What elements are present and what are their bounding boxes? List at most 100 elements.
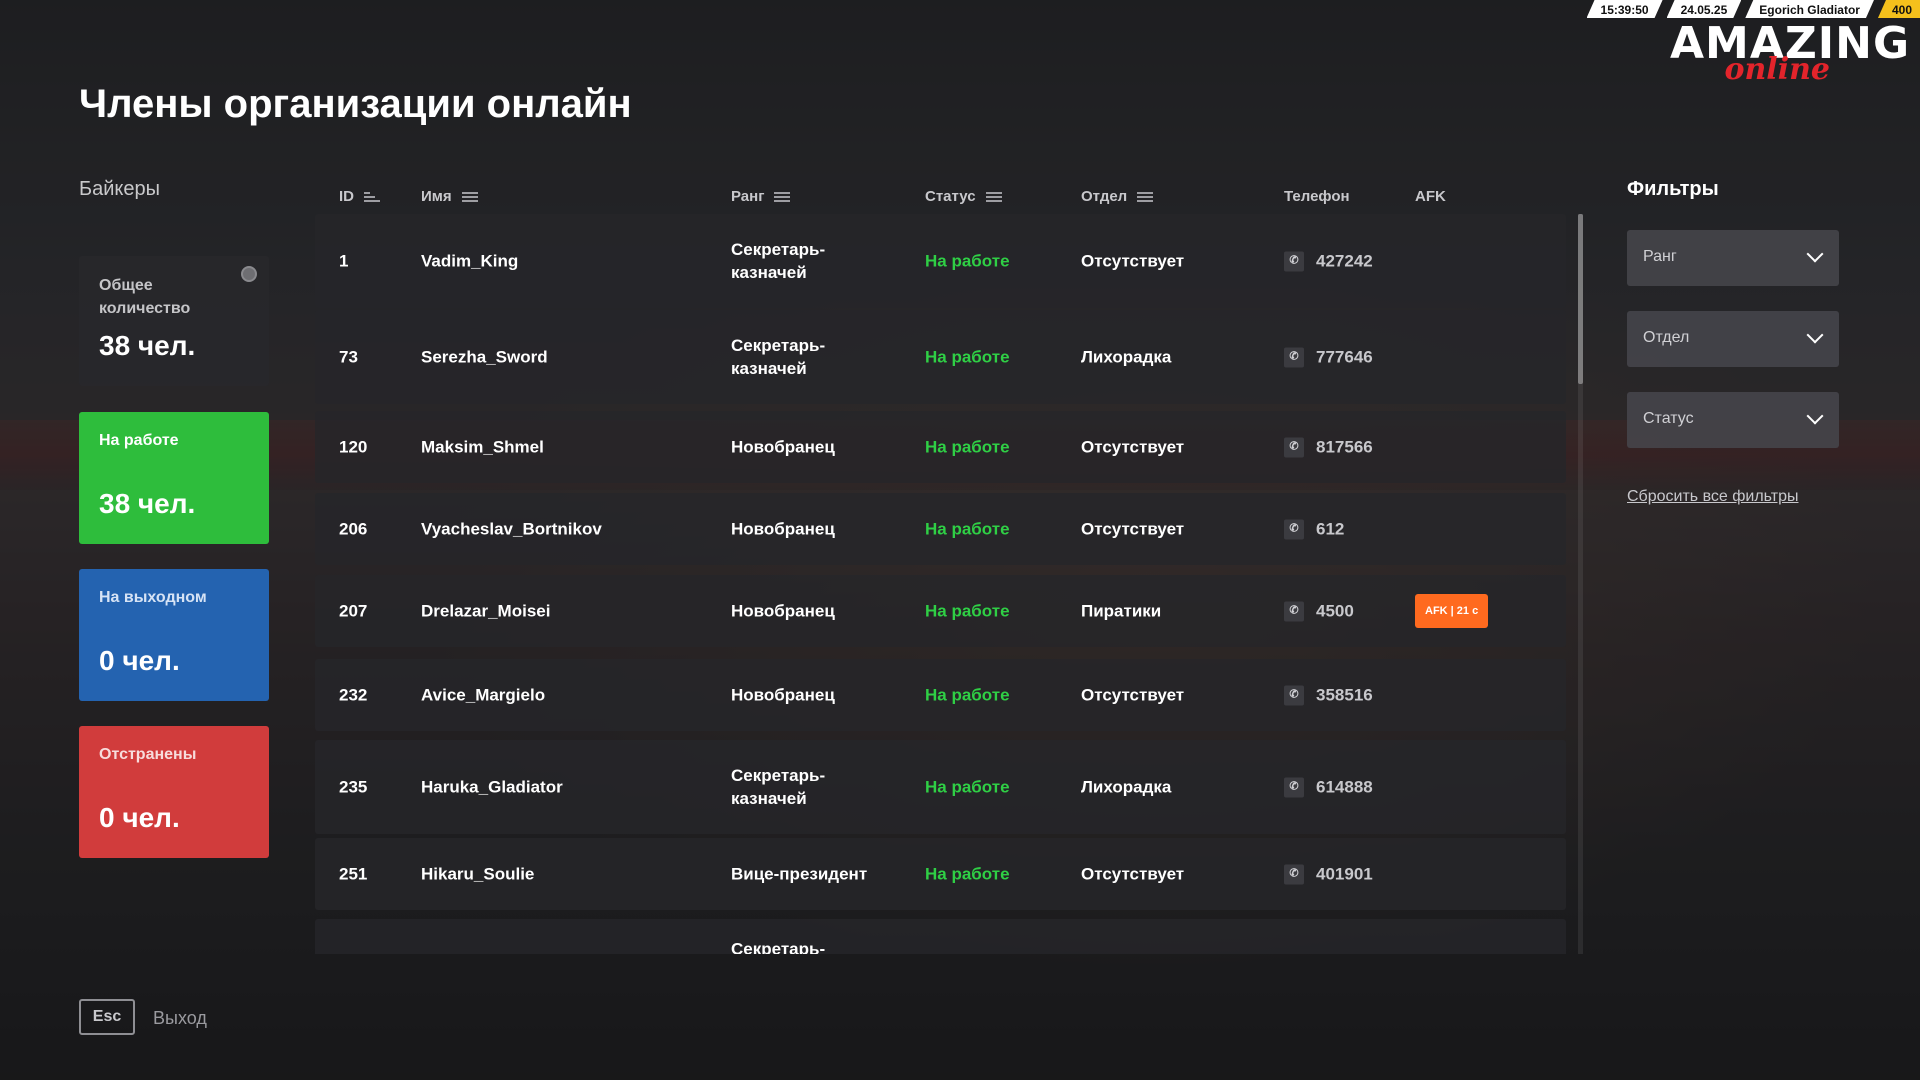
table-row[interactable]: 207 Drelazar_Moisei Новобранец На работе… bbox=[315, 575, 1566, 647]
filters-title: Фильтры bbox=[1627, 178, 1719, 200]
money-display: 400 bbox=[1877, 0, 1920, 18]
phone-number: 4500 bbox=[1316, 601, 1354, 621]
column-header-afk: AFK bbox=[1415, 188, 1446, 205]
total-count-label: Общее количество bbox=[99, 277, 191, 317]
member-dept: Лихорадка bbox=[1081, 777, 1172, 797]
table-scrollbar[interactable] bbox=[1578, 214, 1583, 954]
table-row[interactable]: Секретарь- bbox=[315, 919, 1566, 954]
table-row[interactable]: 235 Haruka_Gladiator Секретарь-казначей … bbox=[315, 740, 1566, 834]
phone-icon: ✆ bbox=[1284, 685, 1304, 705]
sort-icon[interactable] bbox=[774, 191, 791, 203]
member-phone[interactable]: ✆ 817566 bbox=[1284, 436, 1373, 459]
member-dept: Отсутствует bbox=[1081, 864, 1185, 884]
suspended-label: Отстранены bbox=[99, 746, 197, 763]
rank-filter-label: Ранг bbox=[1643, 248, 1677, 265]
member-phone[interactable]: ✆ 401901 bbox=[1284, 863, 1373, 886]
chevron-down-icon bbox=[1806, 245, 1824, 263]
phone-number: 817566 bbox=[1316, 437, 1373, 457]
member-id: 73 bbox=[339, 347, 358, 367]
member-status: На работе bbox=[925, 601, 1010, 621]
dept-filter-select[interactable]: Отдел bbox=[1627, 311, 1839, 367]
organization-name: Байкеры bbox=[79, 178, 161, 200]
column-header-name[interactable]: Имя bbox=[421, 188, 478, 205]
suspended-value: 0 чел. bbox=[99, 802, 180, 833]
member-phone[interactable]: ✆ 777646 bbox=[1284, 346, 1373, 369]
member-phone[interactable]: ✆ 427242 bbox=[1284, 250, 1373, 273]
member-phone[interactable]: ✆ 612 bbox=[1284, 518, 1344, 541]
rank-filter-select[interactable]: Ранг bbox=[1627, 230, 1839, 286]
column-header-afk-label: AFK bbox=[1415, 188, 1446, 205]
member-dept: Отсутствует bbox=[1081, 685, 1185, 705]
member-name: Haruka_Gladiator bbox=[421, 777, 563, 797]
status-bar: 15:39:50 24.05.25 Egorich Gladiator 400 bbox=[1583, 0, 1920, 18]
members-table[interactable]: 1 Vadim_King Секретарь-казначей На работ… bbox=[315, 214, 1566, 954]
scrollbar-thumb[interactable] bbox=[1578, 214, 1583, 384]
column-header-id[interactable]: ID bbox=[339, 188, 380, 205]
member-phone[interactable]: ✆ 614888 bbox=[1284, 776, 1373, 799]
column-header-dept[interactable]: Отдел bbox=[1081, 188, 1154, 205]
phone-number: 401901 bbox=[1316, 864, 1373, 884]
sort-icon[interactable] bbox=[461, 191, 478, 203]
table-row[interactable]: 251 Hikaru_Soulie Вице-президент На рабо… bbox=[315, 838, 1566, 910]
day-off-card[interactable]: На выходном 0 чел. bbox=[79, 569, 269, 701]
working-card[interactable]: На работе 38 чел. bbox=[79, 412, 269, 544]
member-name: Maksim_Shmel bbox=[421, 437, 544, 457]
player-name: Egorich Gladiator bbox=[1745, 0, 1874, 18]
member-status: На работе bbox=[925, 437, 1010, 457]
sort-ascending-icon[interactable] bbox=[364, 191, 380, 203]
working-value: 38 чел. bbox=[99, 488, 196, 519]
logo-script: online bbox=[1724, 52, 1830, 87]
phone-number: 427242 bbox=[1316, 251, 1373, 271]
table-row[interactable]: 120 Maksim_Shmel Новобранец На работе От… bbox=[315, 411, 1566, 483]
member-dept: Пиратики bbox=[1081, 601, 1162, 621]
member-name: Vyacheslav_Bortnikov bbox=[421, 519, 602, 539]
member-rank: Секретарь- bbox=[731, 939, 826, 955]
amazing-online-logo: AMAZING online bbox=[1670, 22, 1909, 92]
suspended-card[interactable]: Отстранены 0 чел. bbox=[79, 726, 269, 858]
phone-number: 614888 bbox=[1316, 777, 1373, 797]
column-header-status-label: Статус bbox=[925, 188, 976, 205]
column-header-phone: Телефон bbox=[1284, 188, 1350, 205]
status-filter-select[interactable]: Статус bbox=[1627, 392, 1839, 448]
member-dept: Отсутствует bbox=[1081, 251, 1185, 271]
table-row[interactable]: 73 Serezha_Sword Секретарь-казначей На р… bbox=[315, 310, 1566, 404]
table-row[interactable]: 206 Vyacheslav_Bortnikov Новобранец На р… bbox=[315, 493, 1566, 565]
reset-filters-link[interactable]: Сбросить все фильтры bbox=[1627, 488, 1798, 506]
chevron-down-icon bbox=[1806, 407, 1824, 425]
esc-key-button[interactable]: Esc bbox=[79, 999, 135, 1035]
member-phone[interactable]: ✆ 4500 bbox=[1284, 600, 1354, 623]
day-off-value: 0 чел. bbox=[99, 645, 180, 676]
member-dept: Лихорадка bbox=[1081, 347, 1172, 367]
table-row[interactable]: 1 Vadim_King Секретарь-казначей На работ… bbox=[315, 214, 1566, 308]
phone-icon: ✆ bbox=[1284, 519, 1304, 539]
member-dept: Отсутствует bbox=[1081, 519, 1185, 539]
member-name: Vadim_King bbox=[421, 251, 519, 271]
dept-filter-label: Отдел bbox=[1643, 329, 1690, 346]
sort-icon[interactable] bbox=[985, 191, 1002, 203]
member-status: На работе bbox=[925, 685, 1010, 705]
date-display: 24.05.25 bbox=[1667, 0, 1742, 18]
member-rank: Секретарь-казначей bbox=[731, 240, 826, 282]
member-name: Hikaru_Soulie bbox=[421, 864, 535, 884]
member-status: На работе bbox=[925, 347, 1010, 367]
member-rank: Секретарь-казначей bbox=[731, 336, 826, 378]
member-id: 232 bbox=[339, 685, 368, 705]
member-rank: Новобранец bbox=[731, 437, 835, 457]
total-count-value: 38 чел. bbox=[99, 330, 196, 361]
member-id: 235 bbox=[339, 777, 368, 797]
phone-icon: ✆ bbox=[1284, 601, 1304, 621]
info-dot-icon bbox=[241, 266, 257, 282]
column-header-id-label: ID bbox=[339, 188, 354, 205]
column-header-rank[interactable]: Ранг bbox=[731, 188, 791, 205]
table-row[interactable]: 232 Avice_Margielo Новобранец На работе … bbox=[315, 659, 1566, 731]
afk-cell: AFK | 21 с bbox=[1415, 594, 1489, 628]
total-count-card: Общее количество 38 чел. bbox=[79, 256, 269, 386]
afk-badge: AFK | 21 с bbox=[1415, 594, 1489, 628]
column-header-status[interactable]: Статус bbox=[925, 188, 1002, 205]
member-status: На работе bbox=[925, 864, 1010, 884]
member-rank: Вице-президент bbox=[731, 864, 868, 884]
member-phone[interactable]: ✆ 358516 bbox=[1284, 684, 1373, 707]
sort-icon[interactable] bbox=[1137, 191, 1154, 203]
exit-label[interactable]: Выход bbox=[153, 1008, 207, 1029]
member-rank: Новобранец bbox=[731, 519, 835, 539]
